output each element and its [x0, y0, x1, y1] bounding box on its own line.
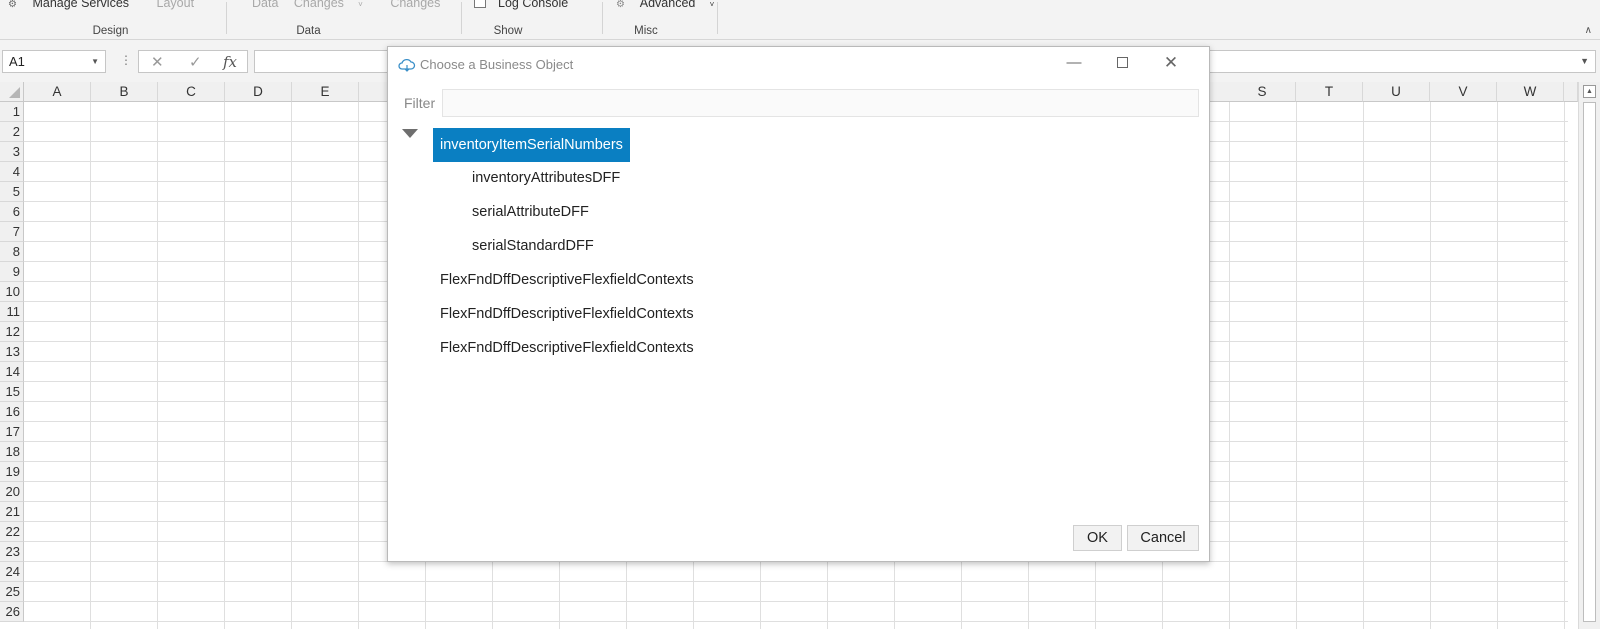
row-header[interactable]: 17 [0, 422, 24, 442]
column-header[interactable]: U [1363, 82, 1430, 102]
tree-node-child[interactable]: serialStandardDFF [472, 229, 594, 263]
scroll-up-icon[interactable]: ▲ [1583, 85, 1596, 98]
column-header[interactable]: A [24, 82, 91, 102]
row-header[interactable]: 20 [0, 482, 24, 502]
caret-down-icon[interactable]: ▼ [91, 57, 99, 66]
row-header[interactable]: 9 [0, 262, 24, 282]
log-console-checkbox[interactable] [474, 0, 486, 8]
row-header[interactable]: 26 [0, 602, 24, 622]
scroll-thumb[interactable] [1583, 102, 1596, 622]
log-console-toggle[interactable]: Log Console [474, 0, 580, 10]
enter-icon[interactable]: ✓ [189, 53, 202, 71]
collapse-triangle-icon[interactable] [402, 129, 418, 138]
cloud-icon [398, 56, 416, 80]
chevron-down-icon: ˅ [707, 0, 715, 9]
insert-function-icon[interactable]: fx [223, 53, 237, 71]
row-header[interactable]: 4 [0, 162, 24, 182]
row-header[interactable]: 25 [0, 582, 24, 602]
ribbon-separator [602, 2, 603, 34]
layout-button[interactable]: Layout [157, 0, 195, 10]
row-header[interactable]: 10 [0, 282, 24, 302]
ribbon-group-label: Data [296, 25, 321, 37]
changes-dropdown[interactable]: Changes ˅ [294, 0, 375, 10]
tree-node[interactable]: FlexFndDffDescriptiveFlexfieldContexts [440, 331, 694, 365]
name-box[interactable]: A1 ▼ [2, 50, 106, 73]
row-header[interactable]: 15 [0, 382, 24, 402]
ribbon: ⚙ Manage Services Layout Design Data Cha… [0, 0, 1600, 40]
ribbon-group-data: Data Changes ˅ Changes Data [252, 0, 440, 40]
row-header[interactable]: 16 [0, 402, 24, 422]
filter-label: Filter [404, 95, 436, 111]
changes-button[interactable]: Changes [390, 0, 440, 10]
ribbon-group-label: Design [92, 25, 129, 37]
ok-button[interactable]: OK [1073, 525, 1122, 551]
manage-services-button[interactable]: ⚙ Manage Services [8, 0, 145, 10]
close-icon[interactable]: ✕ [1156, 51, 1186, 75]
ribbon-group-design: ⚙ Manage Services Layout Design [8, 0, 213, 40]
formula-actions: ✕ ✓ fx [138, 50, 248, 73]
row-header[interactable]: 11 [0, 302, 24, 322]
row-header[interactable]: 18 [0, 442, 24, 462]
dialog-title: Choose a Business Object [398, 53, 573, 77]
data-button[interactable]: Data [252, 0, 278, 10]
column-header[interactable]: B [91, 82, 158, 102]
row-header[interactable]: 23 [0, 542, 24, 562]
row-header[interactable]: 2 [0, 122, 24, 142]
ribbon-group-label: Show [493, 25, 523, 37]
tree-node-root[interactable]: inventoryItemSerialNumbers [433, 128, 630, 162]
vertical-scrollbar[interactable]: ▲ [1578, 82, 1600, 629]
chevron-down-icon: ˅ [355, 0, 363, 9]
column-header[interactable]: C [158, 82, 225, 102]
column-header[interactable]: W [1497, 82, 1564, 102]
gear-icon: ⚙ [8, 0, 17, 10]
row-header[interactable]: 3 [0, 142, 24, 162]
tree-node-child[interactable]: serialAttributeDFF [472, 195, 589, 229]
ribbon-group-label: Misc [634, 25, 658, 37]
row-header[interactable]: 24 [0, 562, 24, 582]
minimize-icon[interactable]: — [1059, 51, 1089, 75]
row-header[interactable]: 5 [0, 182, 24, 202]
ribbon-group-misc: ⚙ Advanced ˅ Misc [616, 0, 716, 40]
row-header[interactable]: 21 [0, 502, 24, 522]
cancel-icon[interactable]: ✕ [151, 53, 164, 71]
more-options-icon[interactable]: ⋮ [120, 53, 132, 67]
choose-business-object-dialog: Choose a Business Object — ✕ Filter inve… [387, 46, 1210, 562]
column-header[interactable]: E [292, 82, 359, 102]
row-header[interactable]: 12 [0, 322, 24, 342]
row-header[interactable]: 1 [0, 102, 24, 122]
row-header[interactable]: 13 [0, 342, 24, 362]
collapse-ribbon-icon[interactable]: ∧ [1585, 25, 1592, 36]
column-header[interactable]: S [1229, 82, 1296, 102]
tree-node[interactable]: FlexFndDffDescriptiveFlexfieldContexts [440, 297, 694, 331]
settings-icon: ⚙ [616, 0, 625, 10]
tree-node[interactable]: FlexFndDffDescriptiveFlexfieldContexts [440, 263, 694, 297]
filter-input[interactable] [442, 89, 1199, 117]
row-header[interactable]: 22 [0, 522, 24, 542]
row-header[interactable]: 7 [0, 222, 24, 242]
row-header[interactable]: 8 [0, 242, 24, 262]
column-header[interactable]: D [225, 82, 292, 102]
expand-formula-icon[interactable]: ▼ [1580, 56, 1589, 66]
select-all-button[interactable] [0, 82, 24, 102]
tree-node-child[interactable]: inventoryAttributesDFF [472, 161, 620, 195]
row-header[interactable]: 6 [0, 202, 24, 222]
advanced-dropdown[interactable]: ⚙ Advanced ˅ [616, 0, 726, 10]
row-header[interactable]: 19 [0, 462, 24, 482]
column-header[interactable]: V [1430, 82, 1497, 102]
row-header[interactable]: 14 [0, 362, 24, 382]
ribbon-separator [717, 2, 718, 34]
ribbon-group-show: Log Console Show [474, 0, 594, 40]
column-header[interactable]: T [1296, 82, 1363, 102]
cancel-button[interactable]: Cancel [1127, 525, 1199, 551]
ribbon-separator [461, 2, 462, 34]
maximize-icon[interactable] [1107, 51, 1137, 75]
